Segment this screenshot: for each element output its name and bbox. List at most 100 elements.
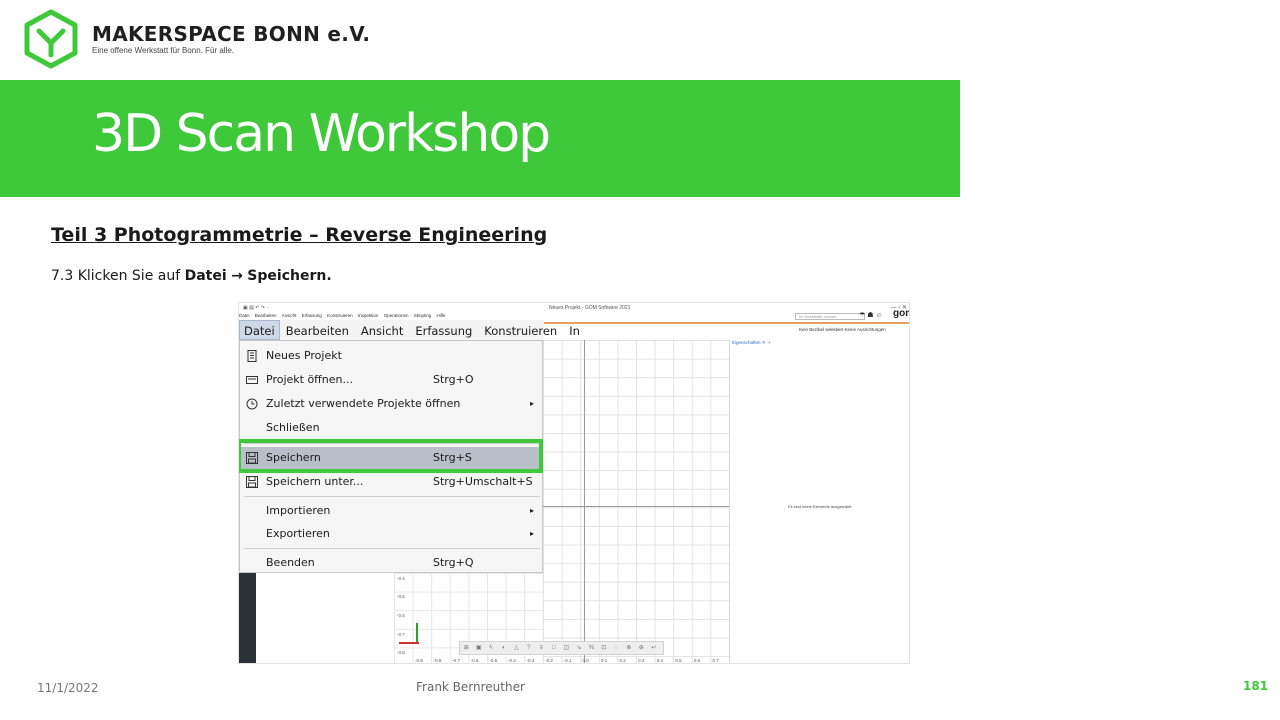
mini-menubar: Datei Bearbeiten Ansicht Erfassung Konst… <box>239 313 450 320</box>
tool-icon[interactable]: ? <box>523 642 536 654</box>
menu-item-label: Schließen <box>266 421 320 434</box>
menu-item-label: Projekt öffnen... <box>266 373 353 386</box>
menu-item-projekt-oeffnen[interactable]: Projekt öffnen... Strg+O <box>240 369 542 391</box>
menu-item-label: Zuletzt verwendete Projekte öffnen <box>266 397 461 410</box>
help-search-input[interactable]: Im Direkthilfe suchen <box>795 313 865 320</box>
menu-item-label: Neues Projekt <box>266 349 342 362</box>
menu-item-schliessen[interactable]: Schließen <box>240 417 542 439</box>
menu-item-neues-projekt[interactable]: Neues Projekt <box>240 345 542 367</box>
tool-icon[interactable]: ↘ <box>573 642 586 654</box>
viewport-axis-vertical <box>584 340 585 663</box>
tool-icon[interactable]: △ <box>510 642 523 654</box>
x-tick: -0.6 <box>470 658 479 663</box>
main-menubar: Datei Bearbeiten Ansicht Erfassung Konstruie… <box>239 320 580 341</box>
menu-item-label: Importieren <box>266 504 331 517</box>
brand-name: MAKERSPACE BONN e.V. <box>92 22 371 46</box>
step-suffix: . <box>326 268 332 284</box>
menu-item-label: Exportieren <box>266 527 330 540</box>
document-icon <box>247 350 257 362</box>
menu-separator <box>244 496 540 497</box>
menu-item-shortcut: Strg+Q <box>433 556 474 569</box>
tool-icon[interactable]: ⊕ <box>635 642 648 654</box>
x-tick: 0.6 <box>693 658 701 663</box>
y-tick: -0.4 <box>397 576 405 581</box>
tool-icon[interactable]: ⊞ <box>460 642 473 654</box>
footer-date: 11/1/2022 <box>37 681 99 695</box>
mini-menu-item[interactable]: Inspektion <box>358 313 379 318</box>
section-heading: Teil 3 Photogrammetrie – Reverse Enginee… <box>51 224 548 246</box>
x-tick: -0.5 <box>489 658 498 663</box>
viewport-axis-horizontal <box>543 506 729 507</box>
toolbar-icons: ☂ ☗ ☺ <box>859 312 883 319</box>
x-tick: -0.9 <box>415 658 423 663</box>
x-tick: 0.3 <box>638 658 645 663</box>
y-tick: -0.6 <box>397 613 405 618</box>
x-tick: 0.5 <box>675 658 682 663</box>
x-tick: 0.1 <box>600 658 608 663</box>
mini-menu-item[interactable]: Skripting <box>414 313 432 318</box>
tool-icon[interactable]: ▣ <box>473 642 486 654</box>
step-prefix: 7.3 Klicken Sie auf <box>51 268 185 284</box>
menu-item-zuletzt-verwendete[interactable]: Zuletzt verwendete Projekte öffnen ▸ <box>240 393 542 415</box>
menu-item-shortcut: Strg+Umschalt+S <box>433 475 533 488</box>
brand-tagline: Eine offene Werkstatt für Bonn. Für alle… <box>92 46 234 55</box>
tool-icon[interactable]: ◌ <box>610 642 623 654</box>
menu-erfassung[interactable]: Erfassung <box>409 321 478 341</box>
step-bold-datei: Datei <box>184 268 227 284</box>
y-tick: -0.8 <box>397 650 405 655</box>
viewport-toolbar: ⊞ ▣ ↖ ◐ △? ≡ □ ◫ ↘% ⊡ ◌ ⊗ ⊕ ↩ <box>459 641 664 655</box>
page-number: 181 <box>1243 679 1269 693</box>
coordinate-x-axis-icon <box>399 642 419 644</box>
menu-item-speichern-unter[interactable]: Speichern unter... Strg+Umschalt+S <box>240 471 542 493</box>
tool-icon[interactable]: % <box>585 642 598 654</box>
menu-datei[interactable]: Datei <box>239 320 280 340</box>
tool-icon[interactable]: ◫ <box>560 642 573 654</box>
highlight-frame <box>239 439 543 473</box>
menu-bearbeiten[interactable]: Bearbeiten <box>280 321 355 341</box>
x-tick: -0.4 <box>507 658 516 663</box>
clock-icon <box>246 398 258 410</box>
alignment-status: Kein Bezibel selektiert Keine Ausrichtun… <box>799 327 886 332</box>
tool-icon[interactable]: ⊡ <box>598 642 611 654</box>
menu-ansicht[interactable]: Ansicht <box>355 321 409 341</box>
window-title: Neues Projekt - GOM Software 2021 <box>549 305 631 311</box>
tool-icon[interactable]: ↖ <box>485 642 498 654</box>
x-tick: -0.3 <box>526 658 535 663</box>
x-tick: -0.1 <box>563 658 572 663</box>
menu-more[interactable]: In <box>563 321 586 341</box>
tool-icon[interactable]: □ <box>548 642 561 654</box>
mini-menu-item[interactable]: Konstruieren <box>327 313 353 318</box>
quick-access-icons: ▣ ▤ ↶ ↷ · <box>243 305 269 311</box>
menu-item-exportieren[interactable]: Exportieren ▸ <box>240 523 542 545</box>
menu-item-importieren[interactable]: Importieren ▸ <box>240 500 542 522</box>
properties-empty-text: Es sind keine Elemente ausgewählt. <box>788 504 853 509</box>
mini-menu-item[interactable]: Hilfe <box>437 313 446 318</box>
mini-menu-item[interactable]: Erfassung <box>302 313 322 318</box>
menu-konstruieren[interactable]: Konstruieren <box>478 321 563 341</box>
x-tick: -0.8 <box>433 658 442 663</box>
3d-viewport-grid[interactable] <box>543 340 729 663</box>
tool-icon[interactable]: ◐ <box>498 642 511 654</box>
footer-author: Frank Bernreuther <box>416 680 525 694</box>
chevron-right-icon: ▸ <box>530 506 535 515</box>
x-tick: 0.0 <box>582 658 589 663</box>
step-bold-speichern: Speichern <box>247 268 327 284</box>
left-sidebar <box>239 573 256 663</box>
x-tick: -0.7 <box>452 658 460 663</box>
properties-tab[interactable]: Eigenschaften ✕ + <box>732 340 771 346</box>
tool-icon[interactable]: ↩ <box>648 642 661 654</box>
mini-menu-item[interactable]: Bearbeiten <box>255 313 277 318</box>
window-titlebar: ▣ ▤ ↶ ↷ · Neues Projekt - GOM Software 2… <box>239 303 909 313</box>
tool-icon[interactable]: ≡ <box>535 642 548 654</box>
chevron-right-icon: ▸ <box>530 399 535 408</box>
y-tick: -0.7 <box>397 632 405 637</box>
mini-menu-item[interactable]: Operationen <box>384 313 409 318</box>
mini-menu-item[interactable]: Datei <box>239 313 250 318</box>
chevron-right-icon: ▸ <box>530 529 535 538</box>
tool-icon[interactable]: ⊗ <box>623 642 636 654</box>
mini-menu-item[interactable]: Ansicht <box>282 313 297 318</box>
coordinate-y-axis-icon <box>416 623 418 643</box>
x-tick-row: -0.9 -0.8 -0.7 -0.6 -0.5 -0.4 -0.3 -0.2 -0.1 0.0 0… <box>415 658 731 663</box>
menu-item-beenden[interactable]: Beenden Strg+Q <box>240 552 542 574</box>
menu-item-label: Speichern unter... <box>266 475 364 488</box>
